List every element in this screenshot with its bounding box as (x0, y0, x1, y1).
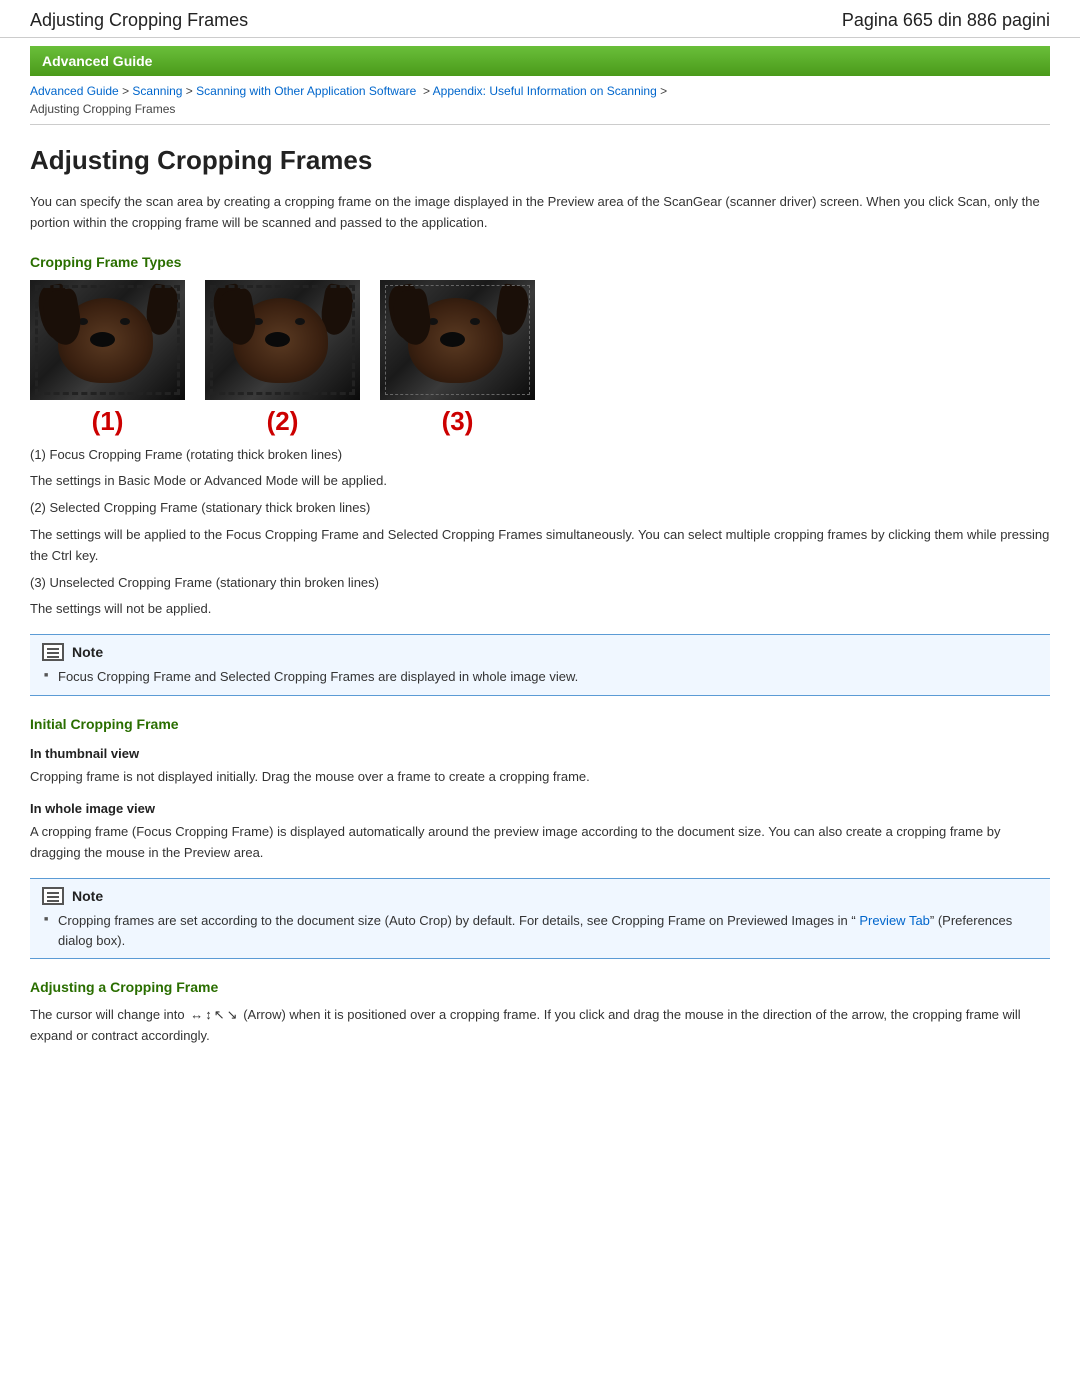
section-adjusting: Adjusting a Cropping Frame The cursor wi… (30, 979, 1050, 1047)
note-item-1-1: Focus Cropping Frame and Selected Croppi… (42, 667, 1038, 687)
dog-nose-3 (440, 332, 465, 347)
frame-image-2 (205, 280, 360, 400)
dog-eye-left-3 (428, 318, 438, 325)
initial-cropping-heading: Initial Cropping Frame (30, 716, 1050, 732)
breadcrumb-current: Adjusting Cropping Frames (30, 102, 175, 116)
note-box-2: Note Cropping frames are set according t… (30, 878, 1050, 959)
cropping-frame-types-heading: Cropping Frame Types (30, 254, 1050, 270)
frame-image-3 (380, 280, 535, 400)
frame-label-3: (3) (442, 406, 474, 437)
frame-desc-1-detail: The settings in Basic Mode or Advanced M… (30, 471, 1050, 492)
breadcrumb-link-scanning-other[interactable]: Scanning with Other Application Software (196, 84, 416, 98)
dog-eye-left-1 (78, 318, 88, 325)
note-title-2: Note (42, 887, 1038, 905)
dog-eye-right-2 (295, 318, 305, 325)
note-book-icon-1 (42, 643, 64, 661)
frame-label-1: (1) (92, 406, 124, 437)
note-label-2: Note (72, 888, 103, 904)
top-bar-page: Pagina 665 din 886 pagini (842, 10, 1050, 31)
frame-desc-2-item: (2) Selected Cropping Frame (stationary … (30, 498, 1050, 519)
breadcrumb-link-advanced-guide[interactable]: Advanced Guide (30, 84, 119, 98)
section-cropping-frame-types: Cropping Frame Types (1) (30, 254, 1050, 621)
frame-label-2: (2) (267, 406, 299, 437)
whole-image-text: A cropping frame (Focus Cropping Frame) … (30, 822, 1050, 864)
frame-desc-3-detail: The settings will not be applied. (30, 599, 1050, 620)
dog-nose-1 (90, 332, 115, 347)
cursor-icons: ↔ ↕ ↖ ↘ (190, 1005, 237, 1026)
cursor-arrow-diagonal2: ↘ (227, 1005, 238, 1026)
dog-image-3 (380, 280, 535, 400)
guide-header-label: Advanced Guide (42, 53, 152, 69)
note-item-2-1: Cropping frames are set according to the… (42, 911, 1038, 950)
top-bar: Adjusting Cropping Frames Pagina 665 din… (0, 0, 1080, 38)
frame-item-1: (1) (30, 280, 185, 437)
dog-nose-2 (265, 332, 290, 347)
dog-image-1 (30, 280, 185, 400)
dog-eye-right-1 (120, 318, 130, 325)
breadcrumb-link-scanning[interactable]: Scanning (132, 84, 182, 98)
thumbnail-view-text: Cropping frame is not displayed initiall… (30, 767, 1050, 788)
cursor-arrow-vertical: ↕ (205, 1005, 212, 1026)
dog-ear-left-2 (210, 282, 249, 341)
note-title-1: Note (42, 643, 1038, 661)
frame-item-3: (3) (380, 280, 535, 437)
dog-ear-left-1 (35, 282, 74, 341)
frame-image-1 (30, 280, 185, 400)
dog-eye-right-3 (470, 318, 480, 325)
breadcrumb-link-appendix[interactable]: Appendix: Useful Information on Scanning (433, 84, 657, 98)
frames-container: (1) (2) (30, 280, 1050, 437)
frame-desc-2-detail: The settings will be applied to the Focu… (30, 525, 1050, 567)
note-box-1: Note Focus Cropping Frame and Selected C… (30, 634, 1050, 696)
intro-paragraph: You can specify the scan area by creatin… (30, 192, 1050, 234)
dog-image-2 (205, 280, 360, 400)
page-title: Adjusting Cropping Frames (30, 145, 1050, 176)
main-content: Adjusting Cropping Frames You can specif… (0, 125, 1080, 1073)
dog-eye-left-2 (253, 318, 263, 325)
frame-desc-1-item: (1) Focus Cropping Frame (rotating thick… (30, 445, 1050, 466)
breadcrumb: Advanced Guide > Scanning > Scanning wit… (30, 82, 1050, 125)
adjusting-heading: Adjusting a Cropping Frame (30, 979, 1050, 995)
cursor-arrow-horizontal: ↔ (190, 1005, 203, 1026)
guide-header-bar: Advanced Guide (30, 46, 1050, 76)
whole-image-heading: In whole image view (30, 801, 1050, 816)
cursor-arrow-diagonal1: ↖ (214, 1005, 225, 1026)
note-book-icon-2 (42, 887, 64, 905)
preview-tab-link[interactable]: Preview Tab (859, 913, 930, 928)
frame-desc-3-item: (3) Unselected Cropping Frame (stationar… (30, 573, 1050, 594)
dog-ear-left-3 (385, 282, 424, 341)
note-label-1: Note (72, 644, 103, 660)
adjusting-text: The cursor will change into ↔ ↕ ↖ ↘ (Arr… (30, 1005, 1050, 1047)
adjusting-text-before: The cursor will change into (30, 1007, 185, 1022)
thumbnail-view-heading: In thumbnail view (30, 746, 1050, 761)
frame-item-2: (2) (205, 280, 360, 437)
top-bar-title: Adjusting Cropping Frames (30, 10, 248, 31)
section-initial-cropping: Initial Cropping Frame In thumbnail view… (30, 716, 1050, 864)
